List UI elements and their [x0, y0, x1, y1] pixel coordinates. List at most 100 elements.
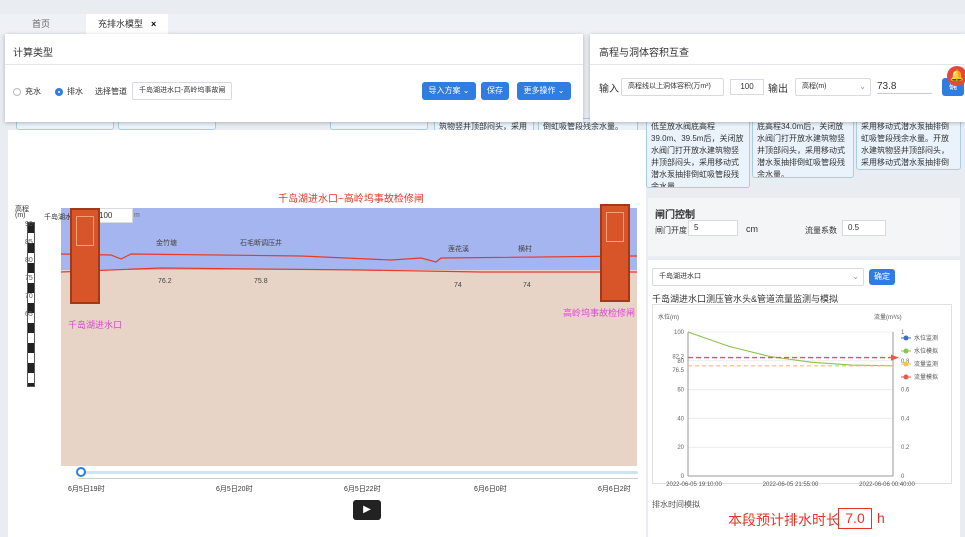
- y-mark-label: 76.5: [672, 368, 684, 374]
- monitor-confirm-button[interactable]: 确定: [869, 269, 895, 285]
- y-tick-label: 20: [677, 445, 684, 451]
- elevation-volume-panel: 高程与洞体容积互查 输入 高程线以上洞体容积(万m³) 100 输出 高程(m)…: [590, 34, 965, 122]
- arrow-marker: [891, 354, 899, 361]
- y-tick: 80: [25, 257, 33, 264]
- calc-type-panel: 计算类型 充水 排水 选择管道 千岛湖进水口-高岭坞事故闸 ⌄ 导入方案 ⌄ 保存…: [5, 34, 583, 122]
- flow-coef-label: 流量系数: [805, 226, 837, 235]
- time-tick: 6月6日0时: [474, 486, 507, 493]
- input-label: 输入: [599, 84, 619, 95]
- gate-control-panel: 闸门控制 闸门开度 5 cm 流量系数 0.5: [648, 198, 960, 256]
- y2-tick-label: 0.4: [901, 416, 910, 422]
- profile-title: 千岛湖进水口~高岭坞事故检修闸: [278, 194, 424, 205]
- radio-icon: [13, 87, 21, 96]
- play-button[interactable]: ▶: [353, 500, 381, 520]
- time-tick: 6月5日19时: [68, 486, 105, 493]
- left-station-label: 千岛湖进水口: [68, 320, 123, 330]
- x-tick-label: 2022-06-05 19:10:00: [666, 482, 722, 488]
- close-icon[interactable]: ×: [151, 19, 156, 29]
- estimate-unit: h: [877, 510, 885, 526]
- conv-title: 高程与洞体容积互查: [599, 48, 689, 59]
- y-tick-label: 0: [681, 474, 685, 480]
- pipe-label: 选择管道: [95, 87, 127, 96]
- tab-drain-model[interactable]: 充排水模型 ×: [86, 14, 169, 34]
- legend-label: 水位监测: [914, 334, 938, 342]
- chevron-down-icon: ⌄: [852, 272, 859, 281]
- legend-label: 流量监测: [914, 360, 938, 368]
- estimate-label: 本段预计排水时长: [728, 512, 840, 528]
- right-gate: [600, 204, 630, 302]
- x-tick-label: 2022-06-06 00:40:00: [859, 482, 915, 488]
- y-axis-label: 水位(m): [658, 313, 679, 321]
- point-value: 75.8: [254, 278, 268, 285]
- timeline-track[interactable]: [78, 471, 638, 474]
- gate-opening-unit: cm: [746, 224, 758, 234]
- y-tick-label: 60: [677, 388, 684, 394]
- tab-home[interactable]: 首页: [20, 14, 62, 34]
- output-value: 73.8: [877, 81, 897, 92]
- output-label: 输出: [768, 84, 788, 95]
- x-tick-label: 2022-06-05 21:55:00: [763, 482, 819, 488]
- water-level-unit: m: [134, 212, 140, 219]
- chevron-down-icon: ⌄: [859, 82, 866, 91]
- save-button[interactable]: 保存: [481, 82, 509, 100]
- monitor-station-select[interactable]: 千岛湖进水口 ⌄: [652, 268, 864, 286]
- y-tick-label: 100: [674, 330, 685, 336]
- point-label: 莲花溪: [448, 246, 469, 253]
- y-tick: 65: [25, 311, 33, 318]
- point-value: 74: [454, 282, 462, 289]
- time-tick: 6月6日2时: [598, 486, 631, 493]
- time-tick: 6月5日22时: [344, 486, 381, 493]
- output-type-select[interactable]: 高程(m) ⌄: [795, 78, 871, 96]
- y-tick: 70: [25, 293, 33, 300]
- gate-opening-input[interactable]: 5: [688, 220, 738, 236]
- note-3: 低至放水阀底高程39.0m、39.5m后，关闭放水阀门打开放水建筑物竖井顶部闷头…: [646, 118, 750, 188]
- y-mark-label: 82.2: [672, 355, 684, 361]
- y2-axis-label: 流量(m³/s): [874, 313, 902, 321]
- note-4: 底高程34.0m后，关闭放水阀门打开放水建筑物竖井顶部闷头，采用移动式潜水泵抽排…: [752, 118, 854, 178]
- tab-bar: 首页 充排水模型 ×: [0, 14, 965, 34]
- bell-icon[interactable]: 🔔: [947, 66, 965, 86]
- monitor-chart: 水位(m)流量(m³/s)10080604020010.80.60.40.208…: [658, 313, 938, 488]
- chevron-down-icon: ⌄: [220, 86, 227, 95]
- radio-fill[interactable]: 充水: [13, 86, 41, 97]
- y-tick-label: 40: [677, 416, 684, 422]
- point-label: 横村: [518, 246, 532, 253]
- y2-tick-label: 0.2: [901, 445, 910, 451]
- import-plan-button[interactable]: 导入方案 ⌄: [422, 82, 476, 100]
- legend-label: 流量模拟: [914, 373, 938, 381]
- profile-panel: 千岛湖进水口~高岭坞事故检修闸 高程 (m) 90 85 80 75 70 65…: [8, 130, 646, 537]
- radio-checked-icon: [55, 87, 63, 96]
- flow-coef-input[interactable]: 0.5: [842, 220, 886, 236]
- y-tick: 75: [25, 275, 33, 282]
- calc-type-title: 计算类型: [13, 48, 53, 59]
- gate-control-title: 闸门控制: [655, 210, 695, 221]
- more-actions-button[interactable]: 更多操作 ⌄: [517, 82, 571, 100]
- y-tick: 85: [25, 239, 33, 246]
- legend-label: 水位模拟: [914, 347, 938, 355]
- radio-drain[interactable]: 排水: [55, 86, 83, 97]
- gate-opening-label: 闸门开度: [655, 226, 687, 235]
- right-station-label: 高岭坞事故检修闸: [563, 308, 636, 318]
- note-5: 采用移动式潜水泵抽排倒虹吸管段残余水量。开放水建筑物竖井顶部闷头，采用移动式潜水…: [856, 118, 961, 170]
- point-label: 石毛断调压井: [240, 240, 282, 247]
- point-label: 金竹塘: [156, 240, 177, 247]
- input-value[interactable]: 100: [730, 79, 764, 95]
- timeline-axis: [78, 478, 638, 482]
- elev-unit: (m): [15, 212, 26, 219]
- y2-tick-label: 1: [901, 330, 905, 336]
- input-type-select[interactable]: 高程线以上洞体容积(万m³): [621, 78, 724, 96]
- y2-tick-label: 0: [901, 474, 905, 480]
- time-tick: 6月5日20时: [216, 486, 253, 493]
- left-gate: [70, 208, 100, 304]
- pipe-lines: [61, 253, 637, 273]
- y2-tick-label: 0.6: [901, 388, 910, 394]
- ground-area: [61, 270, 637, 466]
- pipe-select[interactable]: 千岛湖进水口-高岭坞事故闸 ⌄: [132, 82, 232, 100]
- drain-sim-label: 排水时间模拟: [652, 500, 700, 509]
- elevation-ruler: [27, 222, 35, 387]
- timeline-handle[interactable]: [76, 467, 86, 477]
- point-value: 74: [523, 282, 531, 289]
- y-tick: 90: [25, 221, 33, 228]
- estimate-value: 7.0: [838, 508, 872, 529]
- point-value: 76.2: [158, 278, 172, 285]
